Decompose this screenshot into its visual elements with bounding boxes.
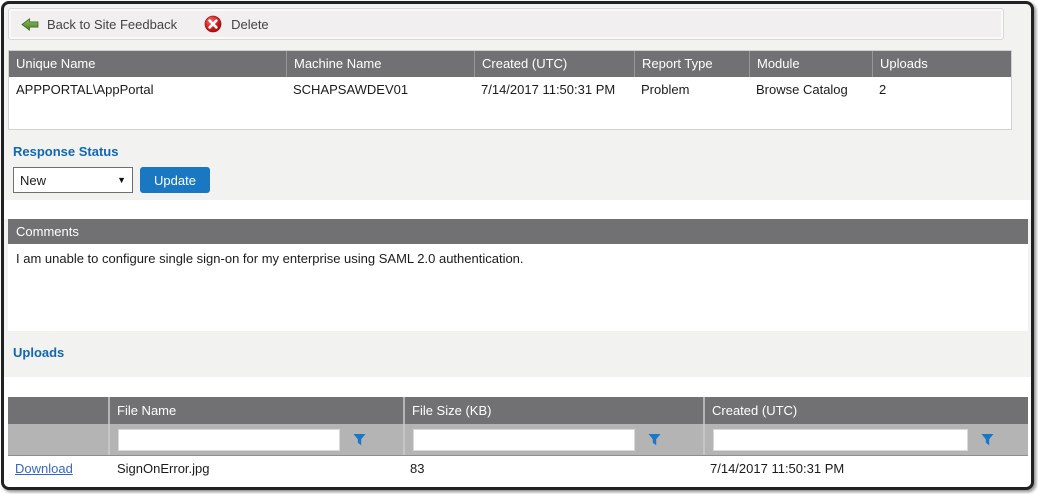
delete-button[interactable]: Delete bbox=[203, 14, 269, 34]
comments-header: Comments bbox=[8, 219, 1028, 244]
uploads-filter-row bbox=[8, 424, 1028, 456]
cell-uploads: 2 bbox=[872, 77, 1011, 103]
column-header-file-name[interactable]: File Name bbox=[108, 397, 403, 424]
back-to-site-feedback-button[interactable]: Back to Site Feedback bbox=[21, 17, 177, 32]
feedback-grid: Unique Name Machine Name Created (UTC) R… bbox=[8, 50, 1012, 130]
cell-created-utc: 7/14/2017 11:50:31 PM bbox=[474, 77, 634, 103]
filter-cell-file-size bbox=[403, 424, 703, 455]
column-header-upload-created[interactable]: Created (UTC) bbox=[703, 397, 1028, 424]
comments-text: I am unable to configure single sign-on … bbox=[8, 244, 1028, 331]
cell-unique-name: APPPORTAL\AppPortal bbox=[9, 77, 286, 103]
white-strip bbox=[4, 200, 1031, 219]
column-header-report-type[interactable]: Report Type bbox=[634, 51, 749, 77]
column-header-uploads[interactable]: Uploads bbox=[872, 51, 1011, 77]
feedback-detail-window: Back to Site Feedback Delete U bbox=[1, 1, 1034, 490]
cell-report-type: Problem bbox=[634, 77, 749, 103]
cell-download: Download bbox=[8, 456, 108, 482]
filter-funnel-icon[interactable] bbox=[981, 433, 994, 446]
uploads-grid: File Name File Size (KB) Created (UTC) bbox=[8, 397, 1028, 482]
upload-row[interactable]: Download SignOnError.jpg 83 7/14/2017 11… bbox=[8, 456, 1028, 482]
back-button-label: Back to Site Feedback bbox=[47, 17, 177, 32]
response-status-label: Response Status bbox=[13, 144, 118, 159]
column-header-actions bbox=[8, 397, 108, 424]
chevron-down-icon: ▼ bbox=[117, 175, 126, 185]
update-button[interactable]: Update bbox=[140, 167, 210, 193]
column-header-machine-name[interactable]: Machine Name bbox=[286, 51, 474, 77]
cell-file-name: SignOnError.jpg bbox=[108, 456, 403, 482]
back-arrow-icon bbox=[21, 18, 39, 31]
cell-module: Browse Catalog bbox=[749, 77, 872, 103]
cell-upload-created: 7/14/2017 11:50:31 PM bbox=[703, 456, 1028, 482]
download-link[interactable]: Download bbox=[15, 461, 73, 476]
file-size-filter-input[interactable] bbox=[413, 429, 635, 451]
response-status-selected-value: New bbox=[20, 173, 46, 188]
toolbar: Back to Site Feedback Delete bbox=[8, 8, 1004, 40]
cell-file-size: 83 bbox=[403, 456, 703, 482]
created-filter-input[interactable] bbox=[713, 429, 968, 451]
column-header-file-size[interactable]: File Size (KB) bbox=[403, 397, 703, 424]
column-header-unique-name[interactable]: Unique Name bbox=[9, 51, 286, 77]
delete-button-label: Delete bbox=[231, 17, 269, 32]
column-header-created-utc[interactable]: Created (UTC) bbox=[474, 51, 634, 77]
column-header-module[interactable]: Module bbox=[749, 51, 872, 77]
filter-funnel-icon[interactable] bbox=[648, 433, 661, 446]
feedback-grid-empty-area bbox=[9, 103, 1011, 129]
uploads-section-label: Uploads bbox=[13, 345, 64, 360]
uploads-grid-header: File Name File Size (KB) Created (UTC) bbox=[8, 397, 1028, 424]
feedback-grid-header: Unique Name Machine Name Created (UTC) R… bbox=[9, 51, 1011, 77]
response-status-controls: New ▼ Update bbox=[13, 167, 210, 193]
comments-panel: Comments I am unable to configure single… bbox=[8, 219, 1028, 331]
filter-funnel-icon[interactable] bbox=[353, 433, 366, 446]
feedback-row[interactable]: APPPORTAL\AppPortal SCHAPSAWDEV01 7/14/2… bbox=[9, 77, 1011, 103]
response-status-select[interactable]: New ▼ bbox=[13, 167, 133, 193]
uploads-area: File Name File Size (KB) Created (UTC) bbox=[4, 377, 1031, 487]
file-name-filter-input[interactable] bbox=[118, 429, 340, 451]
cell-machine-name: SCHAPSAWDEV01 bbox=[286, 77, 474, 103]
delete-icon bbox=[203, 14, 223, 34]
filter-cell-created bbox=[703, 424, 1028, 455]
filter-cell-empty bbox=[8, 424, 108, 455]
filter-cell-file-name bbox=[108, 424, 403, 455]
